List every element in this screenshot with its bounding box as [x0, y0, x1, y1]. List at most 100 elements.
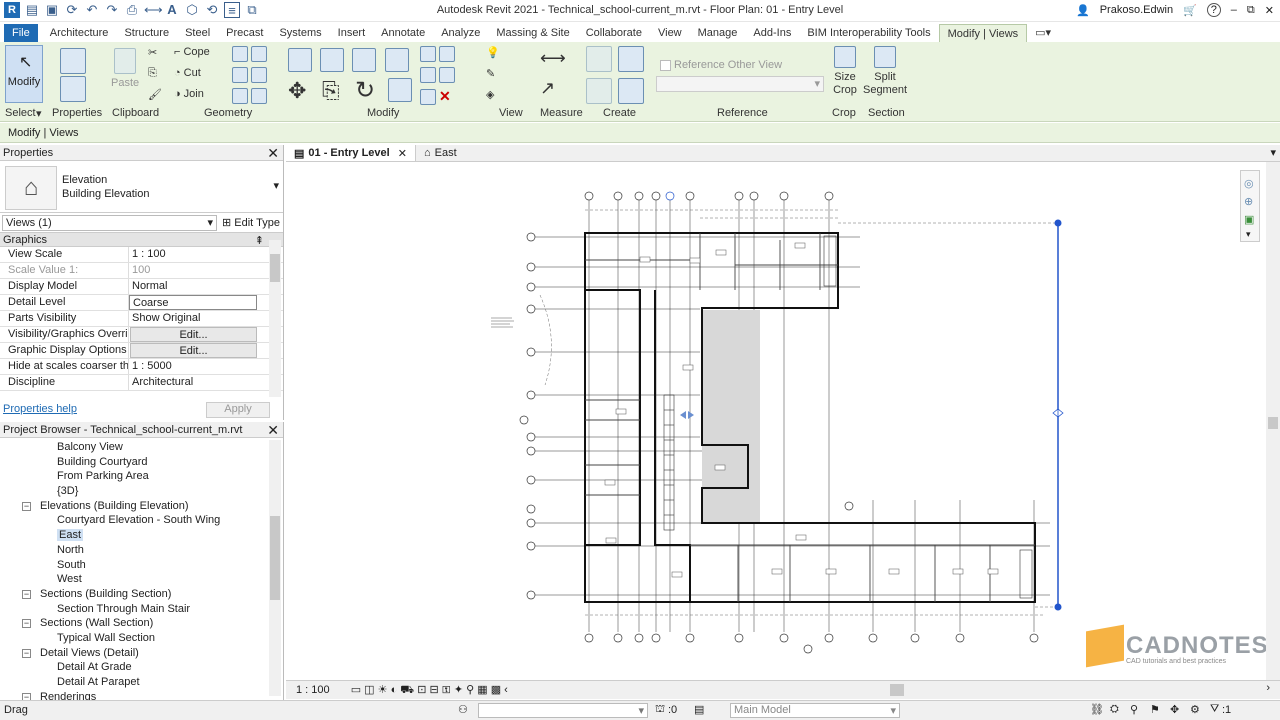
group-graphics[interactable]: Graphics ⇞ — [0, 233, 283, 247]
thin-lines-icon[interactable]: ≡ — [224, 2, 240, 18]
undo-icon[interactable]: ↶ — [84, 2, 100, 18]
modify-small-1[interactable] — [420, 46, 455, 62]
select-pinned-icon[interactable]: ⚲ — [1130, 703, 1138, 716]
open-icon[interactable]: ▤ — [24, 2, 40, 18]
chevron-left-icon[interactable]: ‹ — [504, 684, 508, 696]
browser-item[interactable]: North — [0, 543, 283, 558]
select-by-face-icon[interactable]: ⚑ — [1150, 703, 1160, 716]
type-properties-button[interactable] — [60, 76, 86, 102]
switch-windows-icon[interactable]: ⧉ — [244, 2, 260, 18]
prop-value[interactable]: Architectural — [129, 375, 267, 390]
visual-style-icon[interactable]: ◫ — [364, 684, 374, 696]
properties-help-link[interactable]: Properties help — [3, 403, 77, 415]
minimize-button[interactable]: – — [1231, 4, 1237, 16]
zoom-region-icon[interactable]: ▣ — [1244, 213, 1254, 226]
join-button[interactable]: ◑ Join — [174, 88, 204, 100]
panel-select[interactable]: Select — [5, 107, 36, 119]
revit-logo-icon[interactable]: R — [4, 2, 20, 18]
analytical-model-icon[interactable]: ▩ — [491, 684, 501, 696]
tabs-menu-icon[interactable]: ▾ — [1270, 146, 1276, 159]
modify-small-2[interactable] — [420, 67, 455, 83]
rotate-button[interactable]: ↻ — [355, 76, 375, 105]
view-tool-1[interactable]: 💡 — [486, 46, 500, 59]
select-dropdown-icon[interactable]: ▾ — [36, 107, 42, 120]
properties-scrollbar[interactable] — [269, 240, 281, 397]
create-parts-button[interactable] — [586, 78, 612, 104]
prop-value[interactable]: Normal — [129, 279, 267, 294]
drag-elements-icon[interactable]: ✥ — [1170, 703, 1179, 716]
split-segment-button[interactable]: Split Segment — [862, 46, 908, 97]
view-tab-east[interactable]: ⌂ East — [416, 145, 465, 161]
tab-insert[interactable]: Insert — [330, 24, 374, 42]
browser-item[interactable]: Detail At Parapet — [0, 675, 283, 690]
dimension-button[interactable]: ↗ — [540, 78, 555, 99]
tab-steel[interactable]: Steel — [177, 24, 218, 42]
mirror-draw-button[interactable] — [385, 48, 409, 72]
scroll-thumb[interactable] — [270, 254, 280, 282]
tab-view[interactable]: View — [650, 24, 690, 42]
tab-massing-site[interactable]: Massing & Site — [488, 24, 577, 42]
design-options-icon[interactable]: ▤ — [694, 703, 704, 716]
scroll-thumb[interactable] — [890, 684, 904, 696]
scroll-thumb[interactable] — [1268, 417, 1278, 429]
sun-path-icon[interactable]: ☀ — [378, 684, 388, 696]
workset-dropdown[interactable]: ▾ — [478, 703, 648, 718]
create-similar-button[interactable] — [618, 78, 644, 104]
prop-value[interactable]: 1 : 5000 — [129, 359, 267, 374]
collapse-icon[interactable]: − — [22, 501, 31, 511]
browser-item[interactable]: − Elevations (Building Elevation) — [0, 499, 283, 514]
prop-value[interactable]: Show Original — [129, 311, 267, 326]
tab-analyze[interactable]: Analyze — [433, 24, 488, 42]
gdo-edit-button[interactable]: Edit... — [130, 343, 257, 358]
section-icon[interactable]: ⟲ — [204, 2, 220, 18]
tab-collaborate[interactable]: Collaborate — [578, 24, 650, 42]
modify-button[interactable]: ↖ Modify — [5, 45, 43, 103]
browser-item[interactable]: − Sections (Wall Section) — [0, 616, 283, 631]
geometry-tool-3[interactable] — [232, 88, 267, 104]
detail-level-icon[interactable]: ▭ — [351, 684, 361, 696]
browser-item[interactable]: From Parking Area — [0, 469, 283, 484]
text-icon[interactable]: A — [164, 2, 180, 18]
user-icon[interactable]: 👤 — [1076, 4, 1090, 17]
maximize-button[interactable]: ⧉ — [1247, 4, 1255, 17]
select-underlay-icon[interactable]: ⛭ — [1110, 703, 1119, 716]
reference-view-dropdown[interactable]: ▾ — [656, 76, 824, 92]
browser-item[interactable]: Courtyard Elevation - South Wing — [0, 513, 283, 528]
crop-view-icon[interactable]: ⊡ — [417, 684, 426, 696]
tab-annotate[interactable]: Annotate — [373, 24, 433, 42]
show-crop-icon[interactable]: ⊟ — [429, 684, 438, 696]
browser-scrollbar[interactable] — [269, 440, 281, 696]
close-icon[interactable]: ✕ — [267, 145, 279, 162]
browser-item[interactable]: East — [0, 528, 283, 543]
drawing-canvas[interactable]: CADNOTES CAD tutorials and best practice… — [286, 162, 1266, 680]
chevron-right-icon[interactable]: › — [1266, 682, 1270, 694]
unlocked-view-icon[interactable]: ⚿ — [442, 684, 451, 696]
size-crop-button[interactable]: Size Crop — [830, 46, 860, 97]
help-icon[interactable]: ? — [1206, 3, 1221, 17]
reference-other-view-checkbox[interactable]: Reference Other View — [660, 59, 782, 71]
select-links-icon[interactable]: ⛓ — [1090, 703, 1104, 716]
match-button[interactable]: 🖌 — [148, 88, 162, 101]
browser-item[interactable]: − Sections (Building Section) — [0, 587, 283, 602]
filter-icon[interactable]: ⛛ — [1210, 703, 1219, 716]
reveal-hidden-icon[interactable]: ⚲ — [466, 684, 474, 696]
tab-bim-interoperability[interactable]: BIM Interoperability Tools — [799, 24, 938, 42]
close-icon[interactable]: ✕ — [398, 147, 407, 160]
redo-icon[interactable]: ↷ — [104, 2, 120, 18]
edit-type-button[interactable]: ⊞ Edit Type — [222, 216, 280, 229]
collapse-icon[interactable]: − — [22, 648, 31, 658]
tab-systems[interactable]: Systems — [271, 24, 329, 42]
background-process-icon[interactable]: ⚙ — [1190, 703, 1200, 716]
browser-item[interactable]: Typical Wall Section — [0, 631, 283, 646]
geometry-tool-1[interactable] — [232, 46, 267, 62]
shadows-icon[interactable]: ◐ — [391, 684, 398, 696]
views-selector[interactable]: Views (1) ▾ — [2, 215, 217, 231]
print-icon[interactable]: ⎙ — [124, 2, 140, 18]
tab-add-ins[interactable]: Add-Ins — [745, 24, 799, 42]
ribbon-options-icon[interactable]: ▭▾ — [1027, 24, 1059, 42]
cut-clip-button[interactable]: ✂ — [148, 46, 157, 59]
collapse-icon[interactable]: − — [22, 619, 31, 629]
browser-item[interactable]: West — [0, 572, 283, 587]
close-button[interactable]: ✕ — [1265, 4, 1274, 17]
chevron-down-icon[interactable]: ▾ — [1246, 229, 1251, 240]
